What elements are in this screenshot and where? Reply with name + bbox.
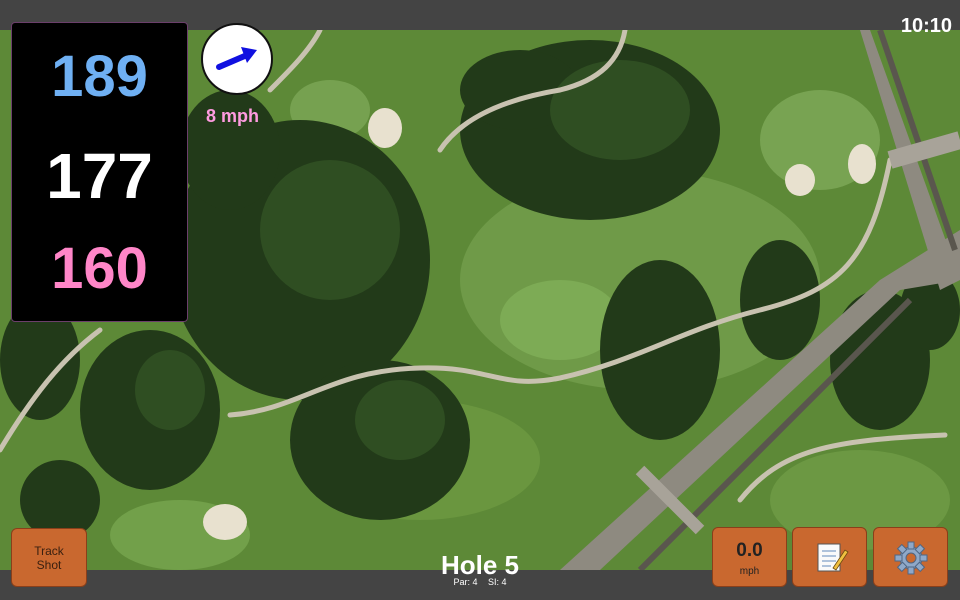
hole-stroke-index: SI: 4	[488, 577, 507, 587]
wind-arrow-icon	[216, 47, 257, 70]
gear-icon	[894, 541, 928, 575]
notepad-icon	[817, 543, 849, 572]
track-shot-label-line1: Track	[34, 543, 64, 558]
distance-middle: 177	[46, 140, 153, 212]
wind-speed-label: 8 mph	[206, 106, 260, 126]
hole-par: Par: 4	[453, 577, 478, 587]
clock: 10:10	[900, 15, 952, 37]
notes-button[interactable]	[792, 527, 867, 587]
distance-front: 160	[51, 236, 148, 301]
settings-button[interactable]	[873, 527, 948, 587]
speed-value: 0.0	[736, 540, 763, 561]
wind-indicator	[201, 23, 273, 95]
speed-unit: mph	[739, 566, 760, 577]
track-shot-label-line2: Shot	[36, 557, 62, 572]
speed-button[interactable]: 0.0 mph	[712, 527, 787, 587]
track-shot-button[interactable]: Track Shot	[11, 528, 87, 587]
distance-back: 189	[51, 44, 148, 109]
hole-info: Par: 4 SI: 4	[380, 577, 580, 587]
distance-panel: 189 177 160	[11, 22, 188, 322]
